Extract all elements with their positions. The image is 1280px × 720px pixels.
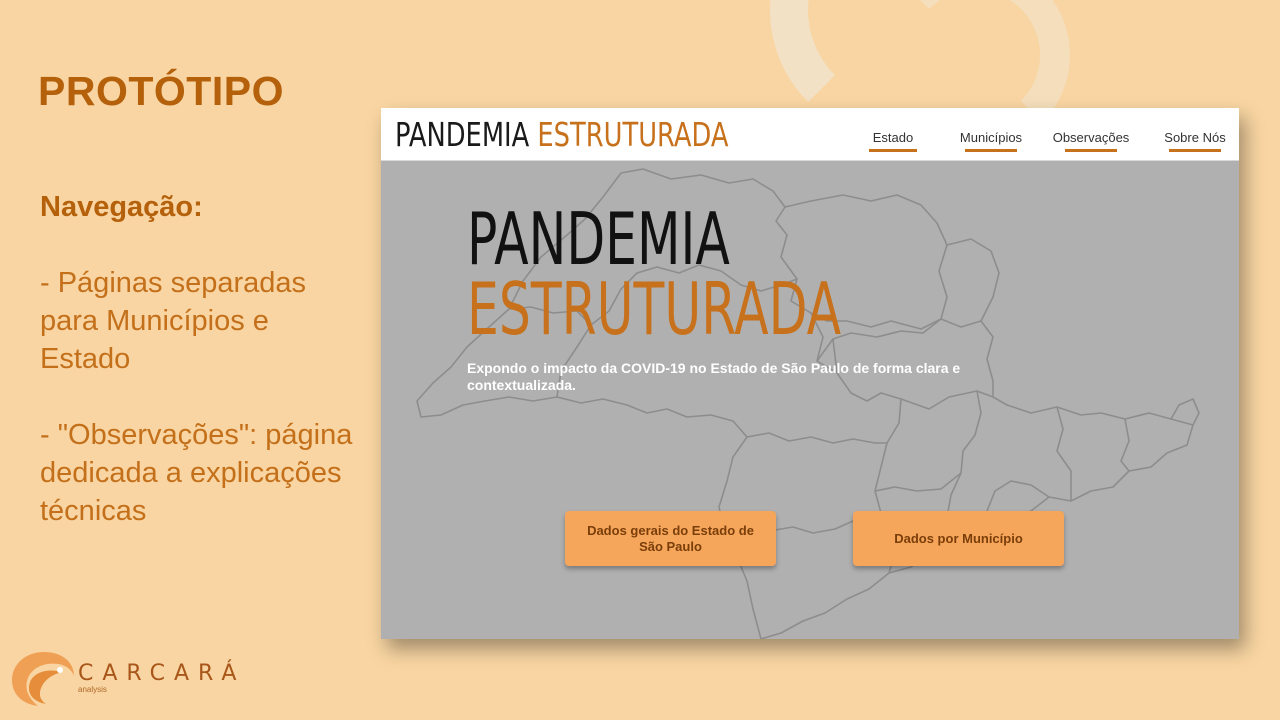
- hero-subtitle: Expondo o impacto da COVID-19 no Estado …: [467, 360, 961, 393]
- navigation-heading: Navegação:: [40, 191, 203, 223]
- nav-estado[interactable]: Estado: [869, 130, 917, 152]
- brand-part-1: PANDEMIA: [395, 115, 530, 154]
- nav-municipios[interactable]: Municípios: [957, 130, 1025, 152]
- slide-title: PROTÓTIPO: [38, 68, 284, 114]
- nav-observacoes-label: Observações: [1052, 130, 1130, 145]
- nav-underline: [1169, 149, 1221, 152]
- website-mockup: PANDEMIA ESTRUTURADA Estado Municípios O…: [381, 108, 1239, 639]
- site-header: PANDEMIA ESTRUTURADA Estado Municípios O…: [381, 108, 1239, 161]
- carcara-logo-icon: [12, 652, 74, 706]
- logo-tagline: analysis: [78, 685, 107, 694]
- nav-sobre-nos-label: Sobre Nós: [1164, 130, 1226, 145]
- logo-name: CARCARÁ: [78, 661, 246, 686]
- slide-body: Navegação: - Páginas separadas para Muni…: [40, 188, 360, 568]
- nav-sobre-nos[interactable]: Sobre Nós: [1162, 130, 1228, 152]
- nav-estado-label: Estado: [872, 130, 914, 145]
- nav-underline: [1065, 149, 1117, 152]
- nav-underline: [965, 149, 1017, 152]
- brand-part-2: ESTRUTURADA: [537, 115, 729, 154]
- nav-underline: [869, 149, 917, 152]
- bullet-separate-pages: - Páginas separadas para Municípios e Es…: [40, 267, 306, 375]
- bullet-observations: - "Observações": página dedicada a expli…: [40, 419, 353, 527]
- nav-municipios-label: Municípios: [959, 130, 1023, 145]
- hero-title-line-1: PANDEMIA: [467, 197, 730, 281]
- hero-title-line-2: ESTRUTURADA: [467, 267, 842, 351]
- site-brand[interactable]: PANDEMIA ESTRUTURADA: [395, 115, 728, 154]
- state-data-button[interactable]: Dados gerais do Estado de São Paulo: [565, 511, 776, 566]
- nav-observacoes[interactable]: Observações: [1052, 130, 1130, 152]
- hero-title: PANDEMIA ESTRUTURADA: [467, 197, 842, 351]
- municipality-data-button[interactable]: Dados por Município: [853, 511, 1064, 566]
